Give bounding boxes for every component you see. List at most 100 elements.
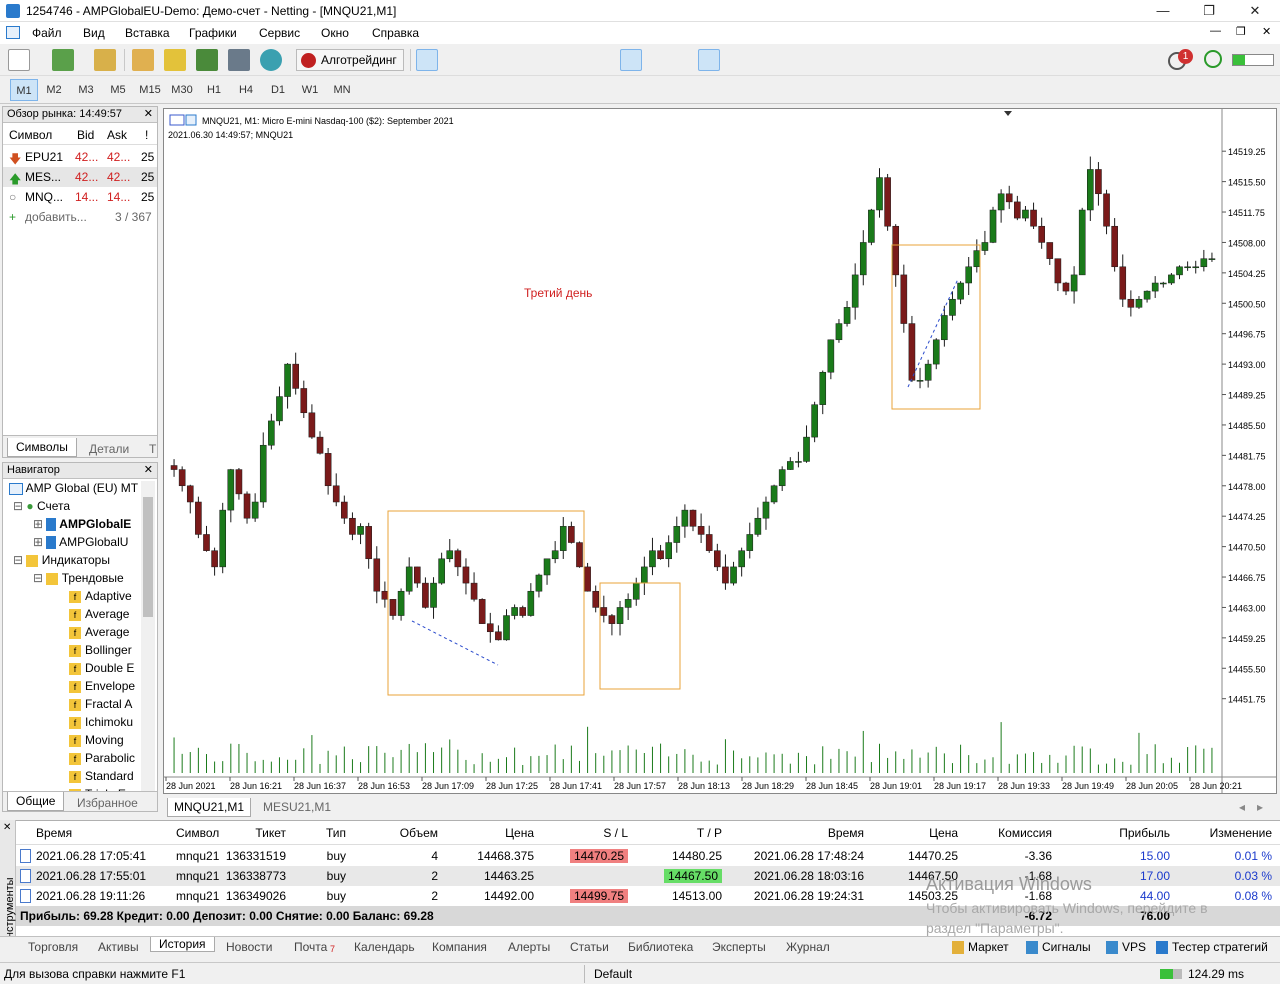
profiles-icon[interactable] <box>52 49 74 71</box>
tab-scroll-right[interactable]: ▸ <box>1257 800 1263 814</box>
hline-icon[interactable] <box>800 49 822 71</box>
market-row[interactable]: 🡅 MES... 42... 42... 25 <box>3 167 157 187</box>
crosshair-icon[interactable] <box>730 49 752 71</box>
tf-m1[interactable]: M1 <box>10 79 38 101</box>
tf-mn[interactable]: MN <box>328 79 356 101</box>
vps-icon[interactable] <box>228 49 250 71</box>
market-watch-close[interactable]: ✕ <box>144 107 153 122</box>
toolbox-tab[interactable]: Эксперты <box>712 940 766 954</box>
nav-indicator[interactable]: f Double E <box>69 661 141 675</box>
column-header[interactable]: Время <box>828 826 864 840</box>
chart-tab-mnq[interactable]: MNQU21,M1 <box>167 798 252 817</box>
column-header[interactable]: Комиссия <box>998 826 1052 840</box>
autoscroll-icon[interactable] <box>588 49 610 71</box>
text-icon[interactable] <box>928 49 950 71</box>
channel-icon[interactable] <box>960 49 982 71</box>
toolbox-tab[interactable]: Статьи <box>570 940 609 954</box>
algotrading-button[interactable]: Алготрейдинг <box>296 49 404 71</box>
tf-h1[interactable]: H1 <box>200 79 228 101</box>
column-header[interactable]: T / P <box>697 826 722 840</box>
col-spread[interactable]: ! <box>145 128 148 142</box>
toolbox-tab[interactable]: Библиотека <box>628 940 693 954</box>
new-chart-icon[interactable] <box>8 49 30 71</box>
tf-m15[interactable]: M15 <box>136 79 164 101</box>
col-bid[interactable]: Bid <box>77 128 94 142</box>
add-symbol-row[interactable]: + добавить... 3 / 367 <box>3 207 157 227</box>
lock-icon[interactable] <box>164 49 186 71</box>
toolbox-tab[interactable]: Почта <box>294 940 327 954</box>
toolbox-right-tab[interactable]: Сигналы <box>1042 940 1091 954</box>
toolbox-tab[interactable]: Календарь <box>354 940 415 954</box>
column-header[interactable]: Цена <box>505 826 534 840</box>
minimize-button[interactable]: — <box>1140 0 1186 22</box>
tab-symbols[interactable]: Символы <box>7 438 77 457</box>
nav-indicator[interactable]: f Envelope <box>69 679 141 693</box>
tab-scroll-left[interactable]: ◂ <box>1239 800 1245 814</box>
search-icon[interactable] <box>260 49 282 71</box>
navigator-scrollbar[interactable] <box>141 481 155 791</box>
menu-tools[interactable]: Сервис <box>259 26 300 40</box>
column-header[interactable]: Время <box>36 826 72 840</box>
tf-d1[interactable]: D1 <box>264 79 292 101</box>
zoom-out-icon[interactable] <box>518 49 540 71</box>
chart-annotation[interactable]: Третий день <box>524 286 592 300</box>
tf-m3[interactable]: M3 <box>72 79 100 101</box>
candles-icon[interactable] <box>416 49 438 71</box>
nav-indicator[interactable]: f Ichimoku <box>69 715 141 729</box>
vline-icon[interactable] <box>768 49 790 71</box>
market-row[interactable]: ○ MNQ... 14... 14... 25 <box>3 187 157 207</box>
column-header[interactable]: Цена <box>929 826 958 840</box>
mdi-minimize[interactable]: — <box>1210 25 1221 37</box>
nav-indicator[interactable]: f Fractal A <box>69 697 141 711</box>
toolbox-tab[interactable]: Журнал <box>786 940 830 954</box>
trendline-icon[interactable] <box>832 49 854 71</box>
toolbox-tab[interactable]: Активы <box>98 940 139 954</box>
menu-charts[interactable]: Графики <box>189 26 237 40</box>
column-header[interactable]: Прибыль <box>1119 826 1170 840</box>
col-ask[interactable]: Ask <box>107 128 127 142</box>
column-header[interactable]: Символ <box>176 826 219 840</box>
column-header[interactable]: Изменение <box>1210 826 1272 840</box>
nav-indicator[interactable]: f Bollinger <box>69 643 141 657</box>
tile-icon[interactable] <box>550 49 572 71</box>
toolbox-right-tab[interactable]: Тестер стратегий <box>1172 940 1268 954</box>
chart-shift-icon[interactable] <box>620 49 642 71</box>
tf-m5[interactable]: M5 <box>104 79 132 101</box>
nav-indicator[interactable]: f Average <box>69 607 141 621</box>
line-chart-icon[interactable] <box>448 49 470 71</box>
zoom-in-icon[interactable] <box>486 49 508 71</box>
menu-window[interactable]: Окно <box>321 26 349 40</box>
column-header[interactable]: Объем <box>400 826 438 840</box>
toolbox-tab[interactable]: История <box>150 937 215 952</box>
chart-menu-icon[interactable] <box>6 26 20 39</box>
mdi-restore[interactable]: ❐ <box>1236 25 1246 38</box>
objects-menu-icon[interactable] <box>1056 49 1078 71</box>
toolbox-right-tab[interactable]: VPS <box>1122 940 1146 954</box>
menu-view[interactable]: Вид <box>83 26 105 40</box>
maximize-button[interactable]: ❐ <box>1186 0 1232 22</box>
price-chart[interactable]: 14519.25 14515.50 14511.75 14508.00 14504.25… <box>164 109 1276 793</box>
navigator-close[interactable]: ✕ <box>144 463 153 478</box>
close-button[interactable]: ✕ <box>1232 0 1278 22</box>
mdi-close[interactable]: ✕ <box>1262 25 1271 38</box>
templates-chart-icon[interactable] <box>658 49 680 71</box>
shapes-icon[interactable] <box>992 49 1014 71</box>
nav-indicator[interactable]: f Moving <box>69 733 141 747</box>
cursor-icon[interactable] <box>698 49 720 71</box>
tab-favorites[interactable]: Избранное <box>69 794 146 812</box>
tf-m2[interactable]: M2 <box>40 79 68 101</box>
column-header[interactable]: Тип <box>326 826 346 840</box>
rectangle-icon[interactable] <box>1024 49 1046 71</box>
fibo-icon[interactable] <box>864 49 886 71</box>
col-symbol[interactable]: Символ <box>9 128 52 142</box>
column-header[interactable]: S / L <box>603 826 628 840</box>
notification-badge[interactable]: 1 <box>1178 49 1193 64</box>
market-row[interactable]: 🡇 EPU21 42... 42... 25 <box>3 147 157 167</box>
signals-icon[interactable] <box>196 49 218 71</box>
tab-t[interactable]: Т <box>141 440 164 458</box>
toolbox-close[interactable]: ✕ <box>3 822 11 833</box>
tab-details[interactable]: Детали <box>81 440 137 458</box>
tf-m30[interactable]: M30 <box>168 79 196 101</box>
tf-w1[interactable]: W1 <box>296 79 324 101</box>
chart-tab-mes[interactable]: MESU21,M1 <box>263 800 331 814</box>
